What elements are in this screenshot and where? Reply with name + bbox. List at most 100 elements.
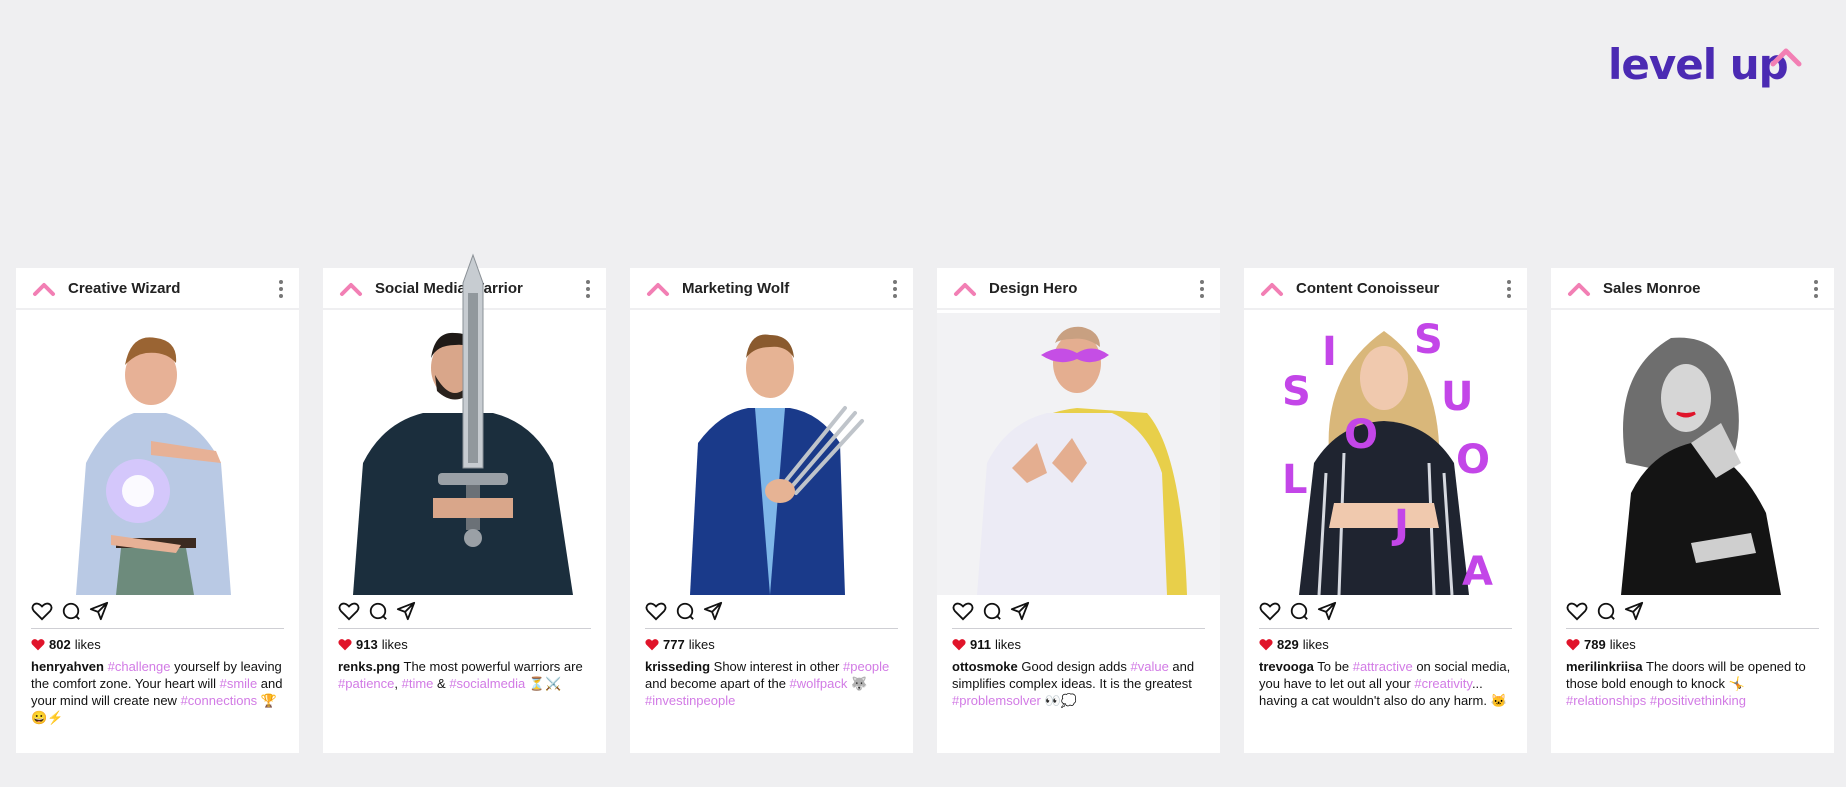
post-title: Social Media Warrior	[375, 280, 523, 297]
caption-text: &	[433, 676, 450, 691]
post-card: Marketing Wolf 777 likes krisseding Show…	[630, 268, 913, 753]
more-vertical-icon[interactable]	[1507, 280, 1511, 298]
more-vertical-icon[interactable]	[1814, 280, 1818, 298]
hashtag[interactable]: #challenge	[108, 659, 171, 674]
likes-row: 802 likes	[31, 637, 101, 652]
comment-icon[interactable]	[61, 601, 81, 621]
post-photo	[630, 313, 913, 595]
send-icon[interactable]	[1010, 601, 1030, 621]
more-vertical-icon[interactable]	[586, 280, 590, 298]
hashtag[interactable]: #time	[402, 676, 434, 691]
post-caption: trevooga To be #attractive on social med…	[1259, 658, 1517, 709]
post-header: Creative Wizard	[16, 268, 299, 310]
overlay-letter: L	[1282, 457, 1308, 503]
send-icon[interactable]	[1624, 601, 1644, 621]
likes-count: 829	[1277, 637, 1299, 652]
likes-count: 802	[49, 637, 71, 652]
post-title: Content Conoisseur	[1296, 280, 1440, 297]
chevron-up-icon[interactable]	[1567, 281, 1591, 297]
post-title: Sales Monroe	[1603, 280, 1701, 297]
caption-text: The most powerful warriors are	[403, 659, 583, 674]
hashtag[interactable]: #wolfpack	[790, 676, 848, 691]
caption-emoji: ⏳⚔️	[525, 676, 562, 691]
hashtag[interactable]: #attractive	[1353, 659, 1413, 674]
heart-icon[interactable]	[31, 601, 53, 621]
post-header: Content Conoisseur	[1244, 268, 1527, 310]
likes-count: 777	[663, 637, 685, 652]
more-vertical-icon[interactable]	[1200, 280, 1204, 298]
post-card: Sales Monroe 789 likes merilinkriisa The…	[1551, 268, 1834, 753]
chevron-up-icon[interactable]	[339, 281, 363, 297]
post-actions	[645, 601, 723, 621]
divider	[338, 628, 591, 629]
hashtag[interactable]: #connections	[181, 693, 258, 708]
chevron-up-icon[interactable]	[1260, 281, 1284, 297]
comment-icon[interactable]	[1289, 601, 1309, 621]
likes-count: 911	[970, 637, 991, 652]
likes-label: likes	[688, 637, 715, 652]
likes-count: 789	[1584, 637, 1606, 652]
hashtag[interactable]: #creativity	[1414, 676, 1472, 691]
likes-label: likes	[1609, 637, 1636, 652]
caption-text: ,	[394, 676, 402, 691]
username[interactable]: renks.png	[338, 659, 400, 674]
send-icon[interactable]	[396, 601, 416, 621]
hashtag[interactable]: #value	[1131, 659, 1169, 674]
heart-icon[interactable]	[645, 601, 667, 621]
heart-icon[interactable]	[1259, 601, 1281, 621]
post-card: Content Conoisseur S I S U O L O J A 829…	[1244, 268, 1527, 753]
likes-row: 829 likes	[1259, 637, 1329, 652]
post-caption: ottosmoke Good design adds #value and si…	[952, 658, 1210, 709]
likes-label: likes	[1302, 637, 1329, 652]
comment-icon[interactable]	[675, 601, 695, 621]
comment-icon[interactable]	[368, 601, 388, 621]
post-photo	[1551, 313, 1834, 595]
hashtag[interactable]: #positivethinking	[1650, 693, 1746, 708]
overlay-letter: S	[1282, 369, 1311, 415]
username[interactable]: henryahven	[31, 659, 104, 674]
hashtag[interactable]: #patience	[338, 676, 394, 691]
hashtag[interactable]: #socialmedia	[449, 676, 525, 691]
chevron-up-icon[interactable]	[953, 281, 977, 297]
divider	[1259, 628, 1512, 629]
heart-icon[interactable]	[338, 601, 360, 621]
more-vertical-icon[interactable]	[279, 280, 283, 298]
comment-icon[interactable]	[1596, 601, 1616, 621]
divider	[31, 628, 284, 629]
username[interactable]: krisseding	[645, 659, 710, 674]
post-title: Marketing Wolf	[682, 280, 790, 297]
username[interactable]: ottosmoke	[952, 659, 1018, 674]
post-card: Social Media Warrior 913 likes renks.png…	[323, 253, 606, 753]
likes-row: 777 likes	[645, 637, 715, 652]
heart-icon[interactable]	[1566, 601, 1588, 621]
send-icon[interactable]	[1317, 601, 1337, 621]
hashtag[interactable]: #investinpeople	[645, 693, 735, 708]
divider	[952, 628, 1205, 629]
chevron-up-icon[interactable]	[646, 281, 670, 297]
send-icon[interactable]	[89, 601, 109, 621]
hashtag[interactable]: #problemsolver	[952, 693, 1041, 708]
more-vertical-icon[interactable]	[893, 280, 897, 298]
post-actions	[1259, 601, 1337, 621]
hashtag[interactable]: #smile	[220, 676, 258, 691]
username[interactable]: merilinkriisa	[1566, 659, 1643, 674]
caption-text: Good design adds	[1021, 659, 1131, 674]
username[interactable]: trevooga	[1259, 659, 1314, 674]
chevron-up-icon[interactable]	[32, 281, 56, 297]
likes-row: 911 likes	[952, 637, 1021, 652]
divider	[645, 628, 898, 629]
likes-label: likes	[74, 637, 101, 652]
overlay-letter: O	[1344, 412, 1378, 458]
overlay-letter: I	[1322, 329, 1337, 375]
heart-icon[interactable]	[952, 601, 974, 621]
post-actions	[952, 601, 1030, 621]
post-caption: henryahven #challenge yourself by leavin…	[31, 658, 289, 726]
hashtag[interactable]: #people	[843, 659, 889, 674]
overlay-letter: O	[1456, 437, 1490, 483]
post-photo	[16, 313, 299, 595]
post-caption: krisseding Show interest in other #peopl…	[645, 658, 903, 709]
send-icon[interactable]	[703, 601, 723, 621]
comment-icon[interactable]	[982, 601, 1002, 621]
likes-count: 913	[356, 637, 378, 652]
hashtag[interactable]: #relationships	[1566, 693, 1646, 708]
